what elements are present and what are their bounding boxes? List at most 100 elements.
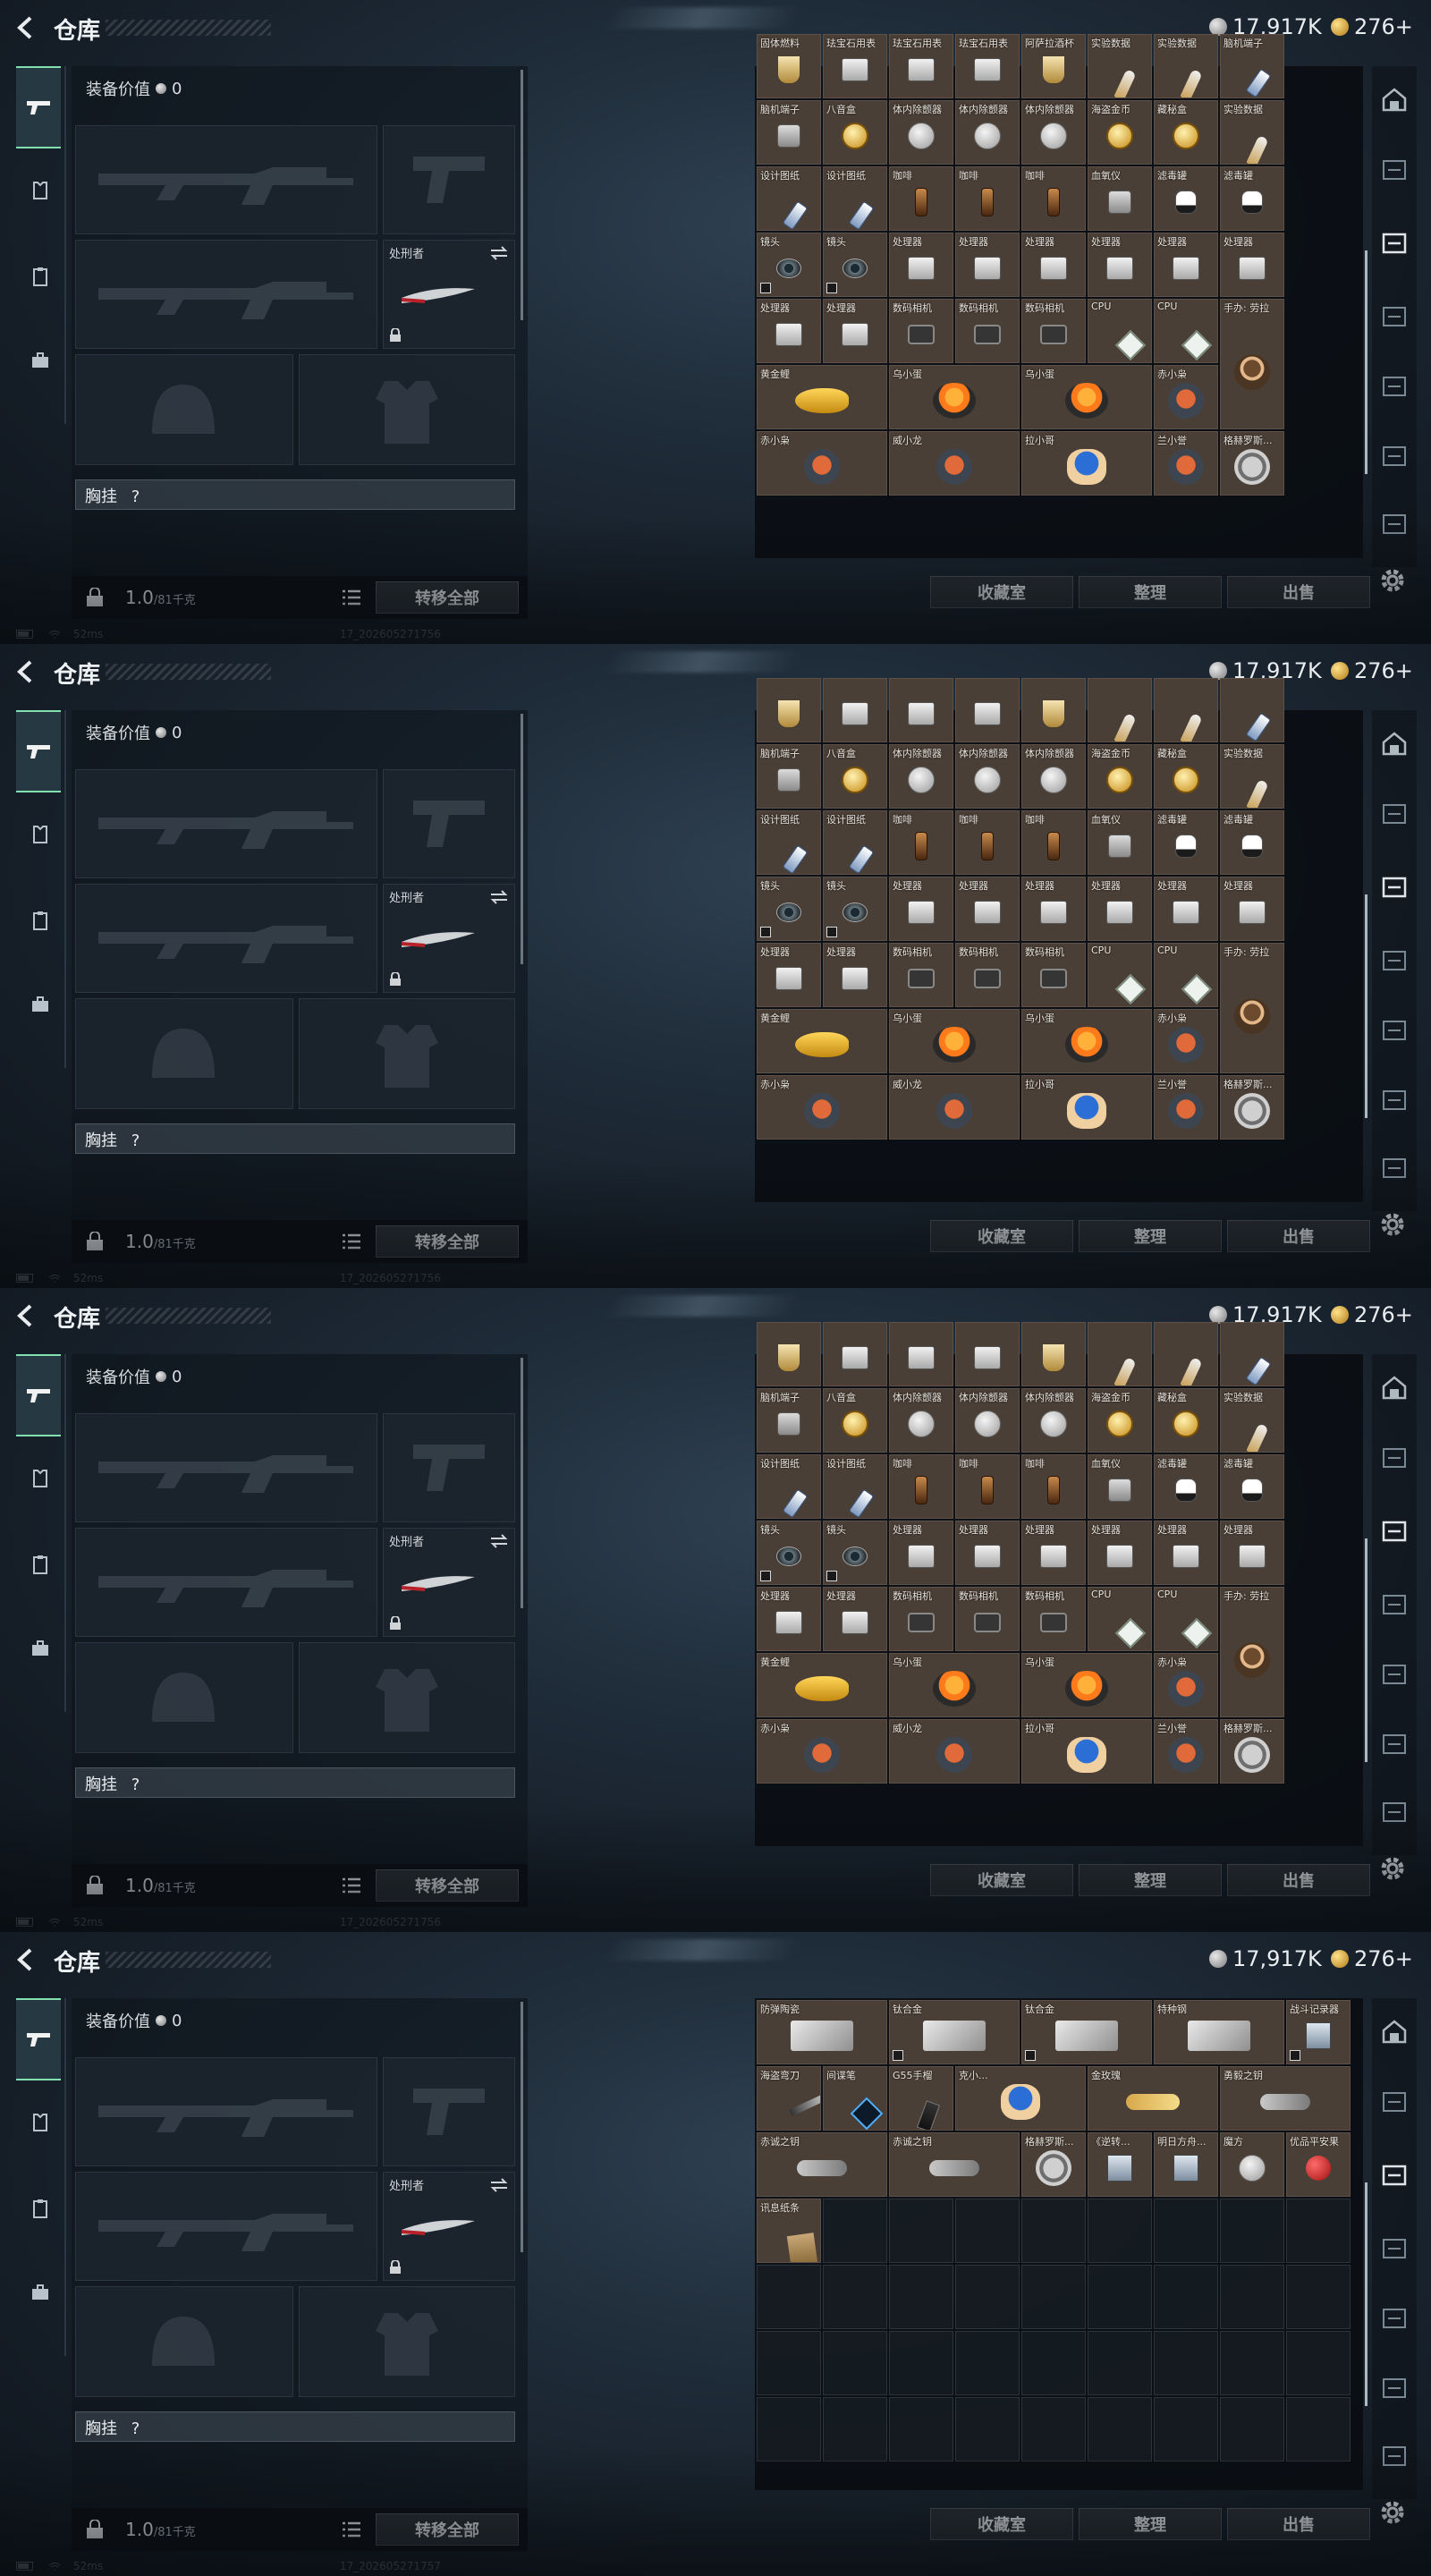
- empty-slot[interactable]: [757, 2265, 821, 2329]
- inventory-item[interactable]: 数码相机: [1021, 1587, 1086, 1651]
- primary-weapon-slot[interactable]: [75, 1413, 377, 1522]
- secondary-weapon-slot[interactable]: [75, 2172, 377, 2281]
- inventory-item[interactable]: 珐宝石用表: [955, 34, 1020, 98]
- inventory-item[interactable]: 处理器: [955, 233, 1020, 297]
- storage-box-icon[interactable]: [1381, 800, 1408, 826]
- inventory-item[interactable]: 拉小哥: [1021, 1719, 1152, 1784]
- chest-rig-help[interactable]: ?: [131, 1131, 140, 1150]
- inventory-item[interactable]: 镜头: [823, 877, 887, 941]
- inventory-item[interactable]: 镜头: [823, 233, 887, 297]
- inventory-item[interactable]: 数码相机: [889, 1587, 953, 1651]
- empty-slot[interactable]: [1220, 2397, 1284, 2462]
- inventory-item[interactable]: [955, 678, 1020, 742]
- empty-slot[interactable]: [823, 2397, 887, 2462]
- transfer-all-button[interactable]: 转移全部: [376, 581, 519, 614]
- inventory-item[interactable]: 赤诚之钥: [889, 2132, 1020, 2197]
- collection-button[interactable]: 收藏室: [930, 1220, 1073, 1252]
- inventory-item[interactable]: [823, 678, 887, 742]
- storage-box-icon[interactable]: [1381, 2374, 1408, 2401]
- empty-slot[interactable]: [823, 2265, 887, 2329]
- empty-slot[interactable]: [757, 2331, 821, 2395]
- storage-box-icon[interactable]: [1381, 1517, 1408, 1544]
- inventory-item[interactable]: 《逆转...: [1088, 2132, 1152, 2197]
- inventory-item[interactable]: 咖啡: [955, 1454, 1020, 1519]
- inventory-item[interactable]: 处理器: [955, 1521, 1020, 1585]
- transfer-all-button[interactable]: 转移全部: [376, 1225, 519, 1258]
- secondary-weapon-slot[interactable]: [75, 884, 377, 993]
- inventory-item[interactable]: 乌小蛋: [1021, 365, 1152, 429]
- inventory-item[interactable]: 滤毒罐: [1154, 810, 1218, 875]
- storage-box-icon[interactable]: [1381, 946, 1408, 973]
- inventory-item[interactable]: 赤诚之钥: [757, 2132, 887, 2197]
- storage-box-icon[interactable]: [1381, 1016, 1408, 1043]
- storage-box-icon[interactable]: [1381, 1444, 1408, 1470]
- empty-slot[interactable]: [1286, 2397, 1351, 2462]
- storage-box-icon[interactable]: [1381, 372, 1408, 399]
- inventory-item[interactable]: 乌小蛋: [1021, 1653, 1152, 1717]
- empty-slot[interactable]: [823, 2199, 887, 2263]
- empty-slot[interactable]: [1154, 2331, 1218, 2395]
- secondary-weapon-slot[interactable]: [75, 1528, 377, 1637]
- warehouse-icon[interactable]: [1381, 730, 1408, 757]
- storage-box-icon[interactable]: [1381, 2234, 1408, 2261]
- inventory-item[interactable]: 实验数据: [1088, 34, 1152, 98]
- inventory-item[interactable]: 处理器: [823, 299, 887, 363]
- tab-rig[interactable]: [20, 900, 61, 941]
- inventory-item[interactable]: 金玫瑰: [1088, 2066, 1218, 2131]
- inventory-item[interactable]: 格赫罗斯...: [1220, 1075, 1284, 1140]
- inventory-item[interactable]: 实验数据: [1154, 34, 1218, 98]
- inventory-item[interactable]: 克小...: [955, 2066, 1086, 2131]
- helmet-slot[interactable]: [75, 998, 293, 1109]
- sell-button[interactable]: 出售: [1227, 1864, 1370, 1896]
- inventory-item[interactable]: 处理器: [955, 877, 1020, 941]
- chest-rig-bar[interactable]: 胸挂 ?: [75, 2411, 515, 2442]
- inventory-item[interactable]: [955, 1322, 1020, 1386]
- storage-box-icon[interactable]: [1381, 2161, 1408, 2188]
- equipment-scrollbar[interactable]: [521, 1358, 523, 1608]
- collection-button[interactable]: 收藏室: [930, 2508, 1073, 2540]
- inventory-item[interactable]: CPU: [1088, 1587, 1152, 1651]
- chest-rig-help[interactable]: ?: [131, 2419, 140, 2438]
- inventory-item[interactable]: 乌小蛋: [889, 1653, 1020, 1717]
- inventory-item[interactable]: 处理器: [1154, 233, 1218, 297]
- inventory-item[interactable]: 藏秘盒: [1154, 100, 1218, 165]
- chest-rig-help[interactable]: ?: [131, 1775, 140, 1794]
- tab-backpack[interactable]: [20, 984, 61, 1025]
- inventory-item[interactable]: 滤毒罐: [1154, 1454, 1218, 1519]
- inventory-item[interactable]: [1021, 678, 1086, 742]
- empty-slot[interactable]: [1154, 2397, 1218, 2462]
- settings-gear-icon[interactable]: [1377, 565, 1408, 596]
- empty-slot[interactable]: [889, 2199, 953, 2263]
- inventory-item[interactable]: 滤毒罐: [1154, 166, 1218, 231]
- inventory-item[interactable]: [1088, 678, 1152, 742]
- inventory-item[interactable]: [1220, 1322, 1284, 1386]
- inventory-item[interactable]: 拉小哥: [1021, 1075, 1152, 1140]
- gold-currency[interactable]: 276+: [1331, 1302, 1413, 1327]
- inventory-item[interactable]: 八音盒: [823, 1388, 887, 1453]
- pistol-slot[interactable]: [383, 125, 515, 234]
- storage-box-icon[interactable]: [1381, 229, 1408, 256]
- tab-backpack[interactable]: [20, 340, 61, 381]
- inventory-item[interactable]: 咖啡: [889, 166, 953, 231]
- inventory-item[interactable]: 战斗记录器: [1286, 2000, 1351, 2064]
- inventory-item[interactable]: 明日方舟...: [1154, 2132, 1218, 2197]
- storage-box-icon[interactable]: [1381, 2088, 1408, 2114]
- tab-weapons[interactable]: [16, 1354, 61, 1436]
- warehouse-scrollbar[interactable]: [1365, 250, 1367, 474]
- body-armor-slot[interactable]: [299, 354, 515, 465]
- inventory-item[interactable]: 黄金鲤: [757, 365, 887, 429]
- inventory-item[interactable]: 处理器: [889, 877, 953, 941]
- inventory-item[interactable]: 滤毒罐: [1220, 166, 1284, 231]
- storage-box-icon[interactable]: [1381, 2442, 1408, 2469]
- settings-gear-icon[interactable]: [1377, 2497, 1408, 2528]
- inventory-item[interactable]: 咖啡: [955, 810, 1020, 875]
- inventory-item[interactable]: 威小龙: [889, 431, 1020, 496]
- warehouse-scrollbar[interactable]: [1365, 1538, 1367, 1762]
- warehouse-scrollbar[interactable]: [1365, 894, 1367, 1118]
- inventory-item[interactable]: 八音盒: [823, 744, 887, 809]
- empty-slot[interactable]: [889, 2397, 953, 2462]
- inventory-item[interactable]: 讯息纸条: [757, 2199, 821, 2263]
- empty-slot[interactable]: [955, 2265, 1020, 2329]
- list-icon[interactable]: [342, 1877, 361, 1894]
- inventory-item[interactable]: 处理器: [1154, 877, 1218, 941]
